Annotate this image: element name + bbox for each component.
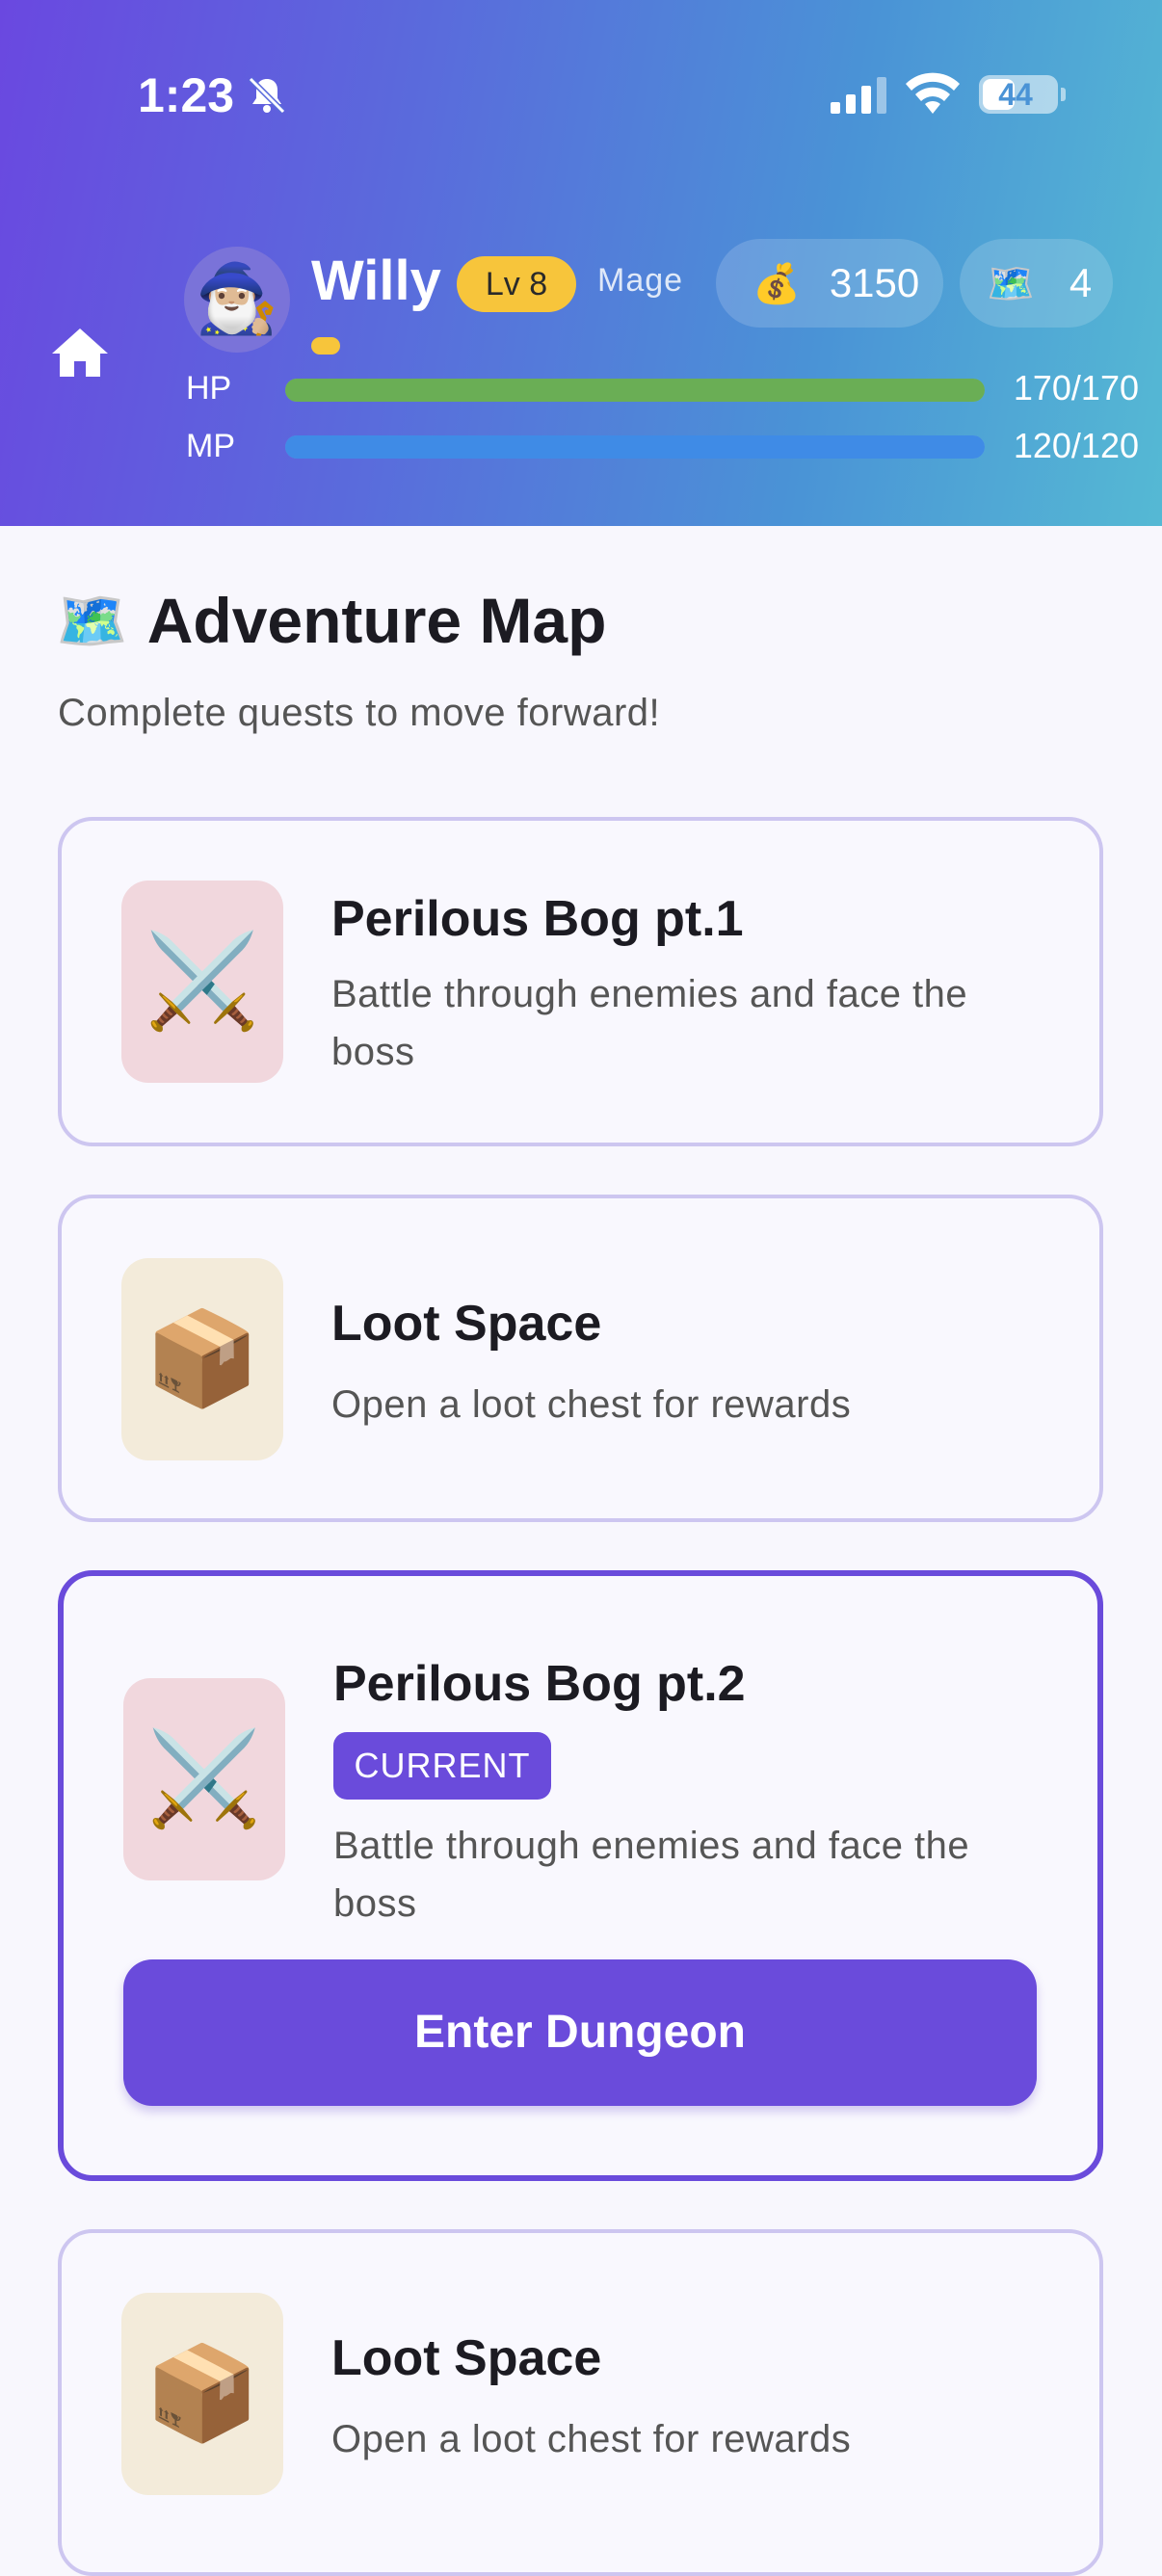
- quest-description: Battle through enemies and face the boss: [333, 1825, 970, 1925]
- money-bag-icon: 💰: [753, 262, 801, 305]
- quest-card-perilous-bog-1[interactable]: ⚔️ Perilous Bog pt.1 Battle through enem…: [58, 817, 1103, 1146]
- player-name: Willy: [311, 250, 441, 312]
- quest-description: Battle through enemies and face the boss: [331, 973, 968, 1073]
- player-class: Mage: [597, 262, 684, 299]
- map-icon: 🗺️: [56, 588, 128, 653]
- package-icon: 📦: [121, 2293, 283, 2495]
- battery-icon: 44: [979, 75, 1066, 114]
- hp-label: HP: [186, 370, 232, 407]
- current-badge: CURRENT: [333, 1732, 551, 1800]
- page-title: 🗺️ Adventure Map: [56, 584, 606, 657]
- map-icon: 🗺️: [987, 262, 1035, 305]
- player-header: 1:23 44 🧙🏼‍♂️ Willy Lv 8 Mage 💰 3150 🗺️ …: [0, 0, 1162, 526]
- battery-level: 44: [998, 77, 1033, 112]
- gold-amount: 3150: [829, 260, 920, 305]
- page-subtitle: Complete quests to move forward!: [58, 692, 661, 734]
- page-title-text: Adventure Map: [146, 585, 607, 656]
- gold-counter[interactable]: 💰 3150: [716, 239, 943, 328]
- quest-card-perilous-bog-2[interactable]: ⚔️ Perilous Bog pt.2 CURRENT Battle thro…: [58, 1570, 1103, 2181]
- signal-icon: [831, 77, 886, 114]
- status-time: 1:23: [138, 68, 235, 122]
- battery-nub: [1061, 88, 1066, 101]
- mp-label: MP: [186, 428, 235, 464]
- avatar[interactable]: 🧙🏼‍♂️: [184, 247, 290, 353]
- mp-bar-fill: [285, 435, 985, 459]
- maps-counter[interactable]: 🗺️ 4: [960, 239, 1113, 328]
- quest-card-loot-space-1[interactable]: 📦 Loot Space Open a loot chest for rewar…: [58, 1195, 1103, 1522]
- bell-slash-icon: [248, 76, 286, 115]
- crossed-swords-icon: ⚔️: [123, 1678, 285, 1880]
- quest-title: Loot Space: [331, 1296, 602, 1352]
- mp-bar: [285, 435, 985, 459]
- hp-bar-fill: [285, 379, 985, 402]
- wifi-icon: [906, 72, 960, 114]
- package-icon: 📦: [121, 1258, 283, 1460]
- maps-count: 4: [1069, 260, 1093, 305]
- quest-title: Loot Space: [331, 2330, 602, 2386]
- quest-description: Open a loot chest for rewards: [331, 2418, 852, 2460]
- hp-value: 170/170: [1013, 368, 1139, 407]
- quest-title: Perilous Bog pt.2: [333, 1656, 746, 1712]
- quest-card-loot-space-2[interactable]: 📦 Loot Space Open a loot chest for rewar…: [58, 2229, 1103, 2576]
- level-badge: Lv 8: [457, 256, 576, 312]
- quest-title: Perilous Bog pt.1: [331, 891, 744, 947]
- mp-value: 120/120: [1013, 426, 1139, 465]
- enter-dungeon-button[interactable]: Enter Dungeon: [123, 1959, 1037, 2106]
- xp-bar: [311, 337, 340, 355]
- hp-bar: [285, 379, 985, 402]
- crossed-swords-icon: ⚔️: [121, 881, 283, 1083]
- quest-description: Open a loot chest for rewards: [331, 1383, 852, 1426]
- home-icon[interactable]: [50, 325, 110, 381]
